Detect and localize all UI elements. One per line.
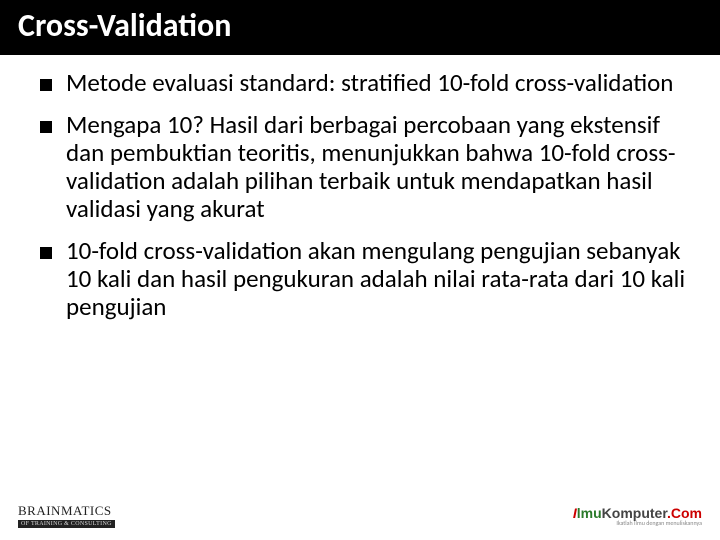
- slide-body: Metode evaluasi standard: stratified 10-…: [0, 55, 720, 321]
- bullet-text: Mengapa 10? Hasil dari berbagai percobaa…: [66, 111, 692, 223]
- footer-brand-right: IlmuKomputer.Com Ikatlah Ilmu dengan men…: [573, 506, 702, 526]
- brand-left-tagline: OF TRAINING & CONSULTING: [18, 520, 115, 528]
- brand-part: lmu: [577, 505, 602, 521]
- list-item: 10-fold cross-validation akan mengulang …: [40, 237, 692, 321]
- bullet-icon: [40, 247, 52, 259]
- bullet-icon: [40, 121, 52, 133]
- bullet-text: 10-fold cross-validation akan mengulang …: [66, 237, 692, 321]
- list-item: Metode evaluasi standard: stratified 10-…: [40, 69, 692, 97]
- bullet-text: Metode evaluasi standard: stratified 10-…: [66, 69, 692, 97]
- footer-brand-left: BRAINMATICS OF TRAINING & CONSULTING: [18, 504, 115, 528]
- slide-title: Cross-Validation: [0, 0, 720, 55]
- list-item: Mengapa 10? Hasil dari berbagai percobaa…: [40, 111, 692, 223]
- bullet-icon: [40, 79, 52, 91]
- brand-right-name: IlmuKomputer.Com: [573, 506, 702, 520]
- slide-footer: BRAINMATICS OF TRAINING & CONSULTING Ilm…: [0, 498, 720, 532]
- brand-left-name: BRAINMATICS: [18, 504, 115, 517]
